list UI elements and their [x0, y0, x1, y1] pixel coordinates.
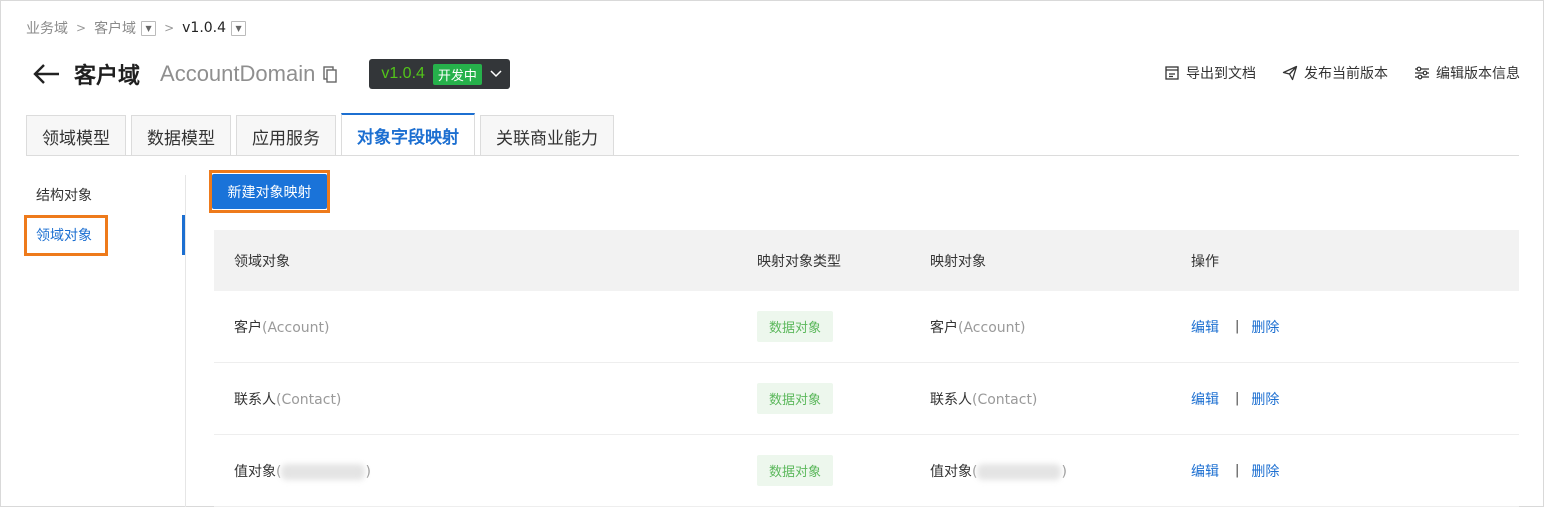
page-subtitle: AccountDomain: [160, 61, 316, 86]
side-item-structure-object[interactable]: 结构对象: [26, 175, 185, 215]
breadcrumb-business-domain[interactable]: 业务域: [26, 18, 68, 38]
delete-link[interactable]: 删除: [1251, 317, 1279, 337]
publish-version-label: 发布当前版本: [1304, 66, 1388, 82]
domain-object-name: 值对象: [234, 463, 276, 480]
arrow-left-icon[interactable]: [32, 59, 62, 89]
domain-object-name: 联系人: [234, 391, 276, 408]
redacted-text: [281, 463, 366, 480]
chevron-down-icon: [490, 70, 502, 78]
tab-application-service[interactable]: 应用服务: [236, 115, 336, 156]
domain-object-code: (Account): [262, 319, 330, 336]
header-mapping-type: 映射对象类型: [757, 253, 841, 270]
edit-version-info-label: 编辑版本信息: [1436, 66, 1520, 82]
table-header: 领域对象 映射对象类型 映射对象 操作: [214, 230, 1519, 291]
chevron-down-icon[interactable]: ▼: [231, 20, 247, 36]
mapped-object-name: 值对象: [930, 463, 972, 480]
cell-operations: 编辑 | 删除: [1191, 389, 1519, 409]
edit-link[interactable]: 编辑: [1191, 317, 1219, 337]
export-doc-label: 导出到文档: [1186, 66, 1256, 82]
edit-link[interactable]: 编辑: [1191, 461, 1219, 481]
cell-mapped-object: 联系人(Contact): [930, 389, 1191, 409]
redacted-text: [977, 463, 1062, 480]
tab-bar: 领域模型 数据模型 应用服务 对象字段映射 关联商业能力: [26, 113, 619, 156]
title-row: 客户域 AccountDomain v1.0.4 开发中: [32, 58, 510, 90]
tab-related-business-capability[interactable]: 关联商业能力: [480, 115, 614, 156]
page-title: 客户域: [74, 64, 141, 89]
header-mapped-object: 映射对象: [930, 253, 986, 270]
chevron-right-icon: >: [164, 21, 175, 35]
chevron-down-icon[interactable]: ▼: [141, 20, 157, 36]
highlight-box-domain-object: [24, 215, 108, 256]
chevron-right-icon: >: [76, 21, 87, 35]
cell-domain-object: 联系人(Contact): [214, 389, 757, 409]
cell-domain-object: 客户(Account): [214, 317, 757, 337]
breadcrumb-customer-domain[interactable]: 客户域: [94, 18, 136, 38]
edit-version-info-button[interactable]: 编辑版本信息: [1414, 63, 1520, 83]
cell-mapping-type: 数据对象: [757, 455, 930, 486]
table-row: 值对象() 数据对象 值对象() 编辑 | 删除: [214, 435, 1519, 507]
tab-domain-model[interactable]: 领域模型: [26, 115, 126, 156]
cell-operations: 编辑 | 删除: [1191, 461, 1519, 481]
type-tag: 数据对象: [757, 455, 834, 486]
send-icon: [1282, 65, 1298, 81]
highlight-box-new-mapping: [209, 170, 330, 213]
cell-operations: 编辑 | 删除: [1191, 317, 1519, 337]
settings-sliders-icon: [1415, 66, 1429, 80]
header-operations: 操作: [1191, 253, 1219, 270]
tab-object-field-mapping[interactable]: 对象字段映射: [341, 113, 475, 156]
cell-mapped-object: 客户(Account): [930, 317, 1191, 337]
mapped-object-code: (Account): [958, 319, 1026, 336]
copy-icon[interactable]: [323, 65, 339, 83]
op-separator: |: [1235, 463, 1240, 478]
cell-mapping-type: 数据对象: [757, 311, 930, 342]
version-selector[interactable]: v1.0.4 开发中: [369, 59, 510, 89]
delete-link[interactable]: 删除: [1251, 461, 1279, 481]
cell-mapped-object: 值对象(): [930, 461, 1191, 481]
mapped-object-name: 客户: [930, 319, 958, 336]
mapping-table: 领域对象 映射对象类型 映射对象 操作 客户(Account) 数据对象 客户(…: [214, 230, 1519, 507]
domain-object-code: (Contact): [276, 391, 342, 408]
type-tag: 数据对象: [757, 383, 834, 414]
mapped-object-name: 联系人: [930, 391, 972, 408]
table-row: 客户(Account) 数据对象 客户(Account) 编辑 | 删除: [214, 291, 1519, 363]
paren-close: ): [365, 463, 371, 480]
tab-divider: [26, 155, 1519, 156]
op-separator: |: [1235, 319, 1240, 334]
cell-domain-object: 值对象(): [214, 461, 757, 481]
tab-data-model[interactable]: 数据模型: [131, 115, 231, 156]
domain-object-name: 客户: [234, 319, 262, 336]
breadcrumb-version[interactable]: v1.0.4: [182, 20, 226, 36]
side-active-indicator: [182, 215, 185, 255]
mapped-object-code: (Contact): [972, 391, 1038, 408]
op-separator: |: [1235, 391, 1240, 406]
edit-link[interactable]: 编辑: [1191, 389, 1219, 409]
cell-mapping-type: 数据对象: [757, 383, 930, 414]
version-label: v1.0.4: [381, 65, 425, 82]
export-doc-button[interactable]: 导出到文档: [1164, 63, 1256, 83]
delete-link[interactable]: 删除: [1251, 389, 1279, 409]
table-row: 联系人(Contact) 数据对象 联系人(Contact) 编辑 | 删除: [214, 363, 1519, 435]
status-badge: 开发中: [432, 63, 482, 85]
header-actions: 导出到文档 发布当前版本 编辑版本信息: [1138, 63, 1520, 83]
publish-version-button[interactable]: 发布当前版本: [1282, 63, 1388, 83]
paren-close: ): [1061, 463, 1067, 480]
export-doc-icon: [1165, 66, 1179, 80]
header-domain-object: 领域对象: [234, 253, 290, 270]
breadcrumb: 业务域 > 客户域 ▼ > v1.0.4 ▼: [26, 18, 247, 38]
type-tag: 数据对象: [757, 311, 834, 342]
